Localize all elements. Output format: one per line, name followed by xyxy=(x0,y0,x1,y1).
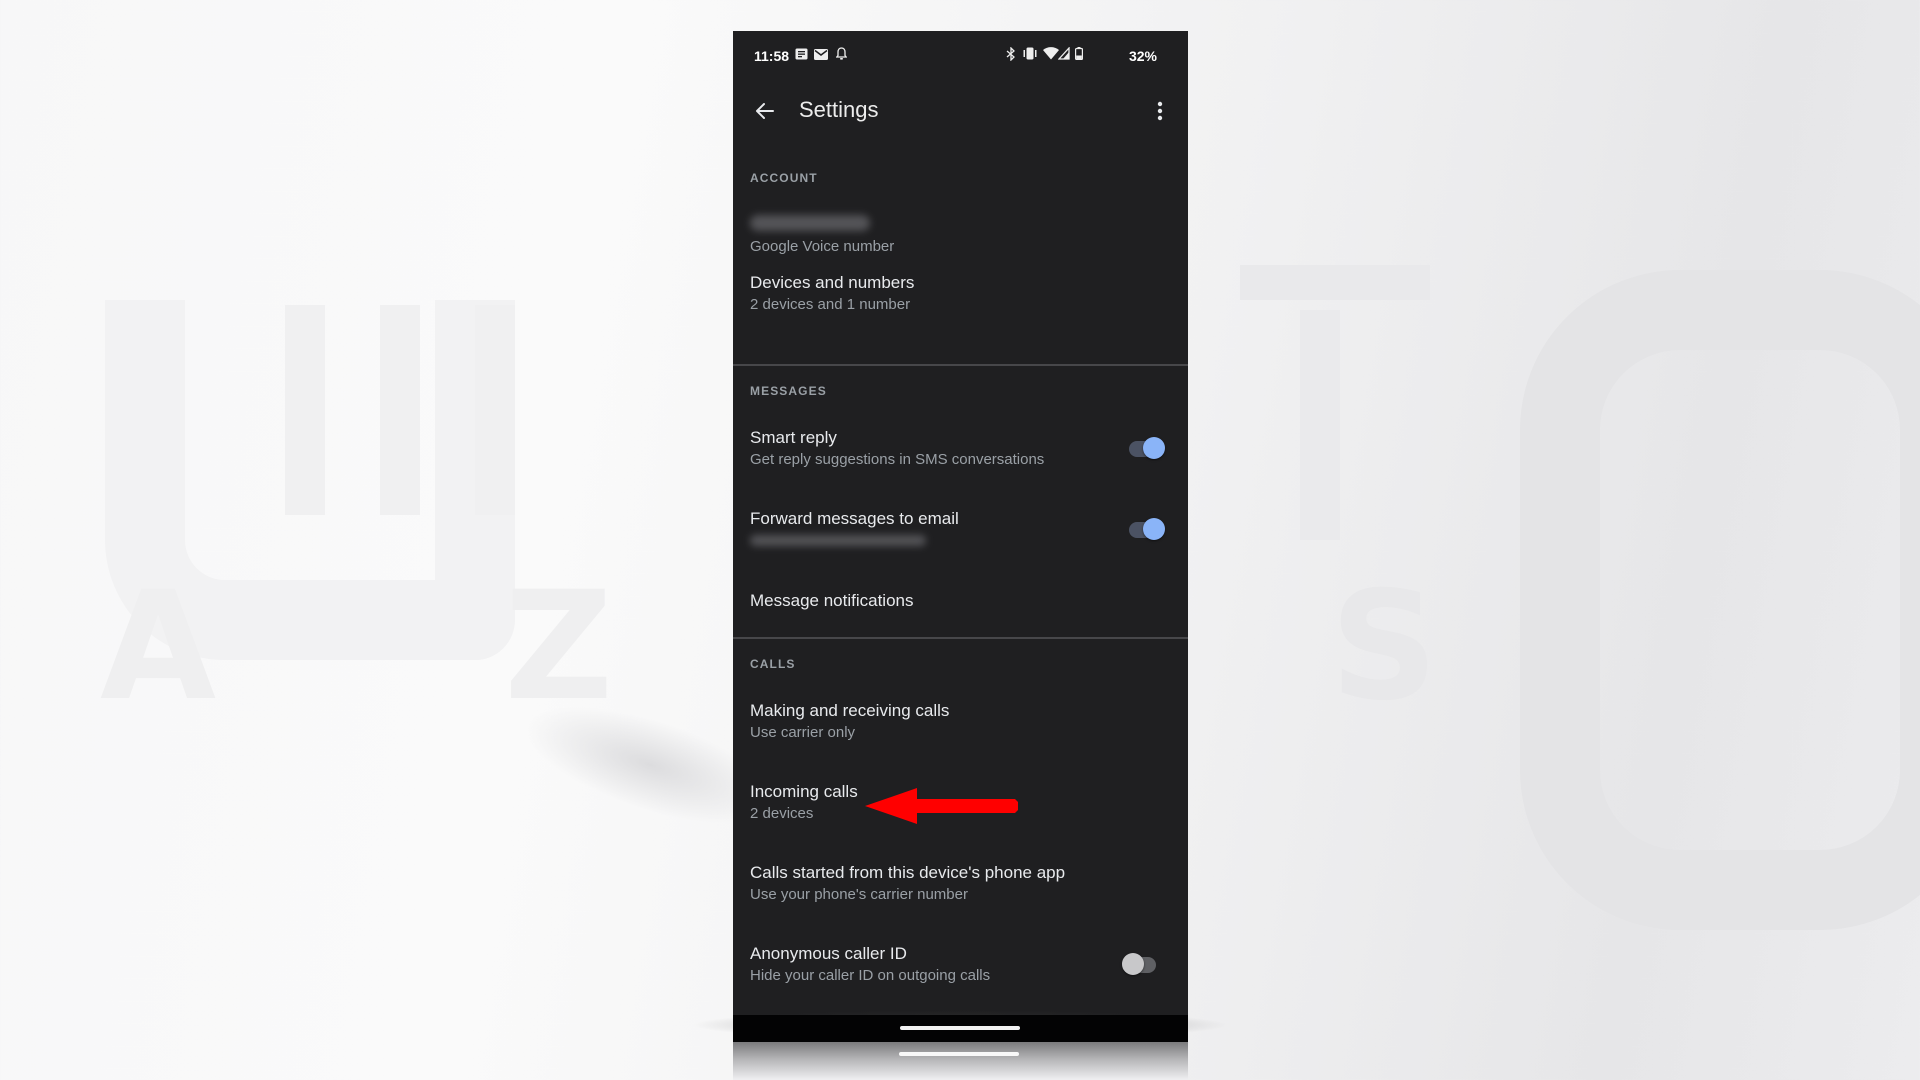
gesture-nav-bar xyxy=(733,1015,1188,1042)
cell-signal-icon xyxy=(1057,46,1070,63)
item-subtitle: 2 devices xyxy=(750,805,814,822)
watermark-logo-bar xyxy=(1300,310,1340,540)
watermark-text-s: S xyxy=(1330,560,1439,734)
item-title: Forward messages to email xyxy=(750,509,959,528)
bluetooth-icon xyxy=(1006,46,1016,64)
watermark-logo-bar xyxy=(380,305,420,515)
red-arrow-annotation xyxy=(865,788,1018,824)
gmail-icon xyxy=(814,47,828,63)
arrow-back-icon xyxy=(756,103,774,119)
section-divider xyxy=(733,637,1188,639)
wifi-icon xyxy=(1043,47,1059,63)
arrow-left-icon xyxy=(865,788,1018,824)
section-divider xyxy=(733,364,1188,366)
section-label-account: ACCOUNT xyxy=(750,171,818,185)
page-title: Settings xyxy=(799,97,879,122)
app-bar: Settings xyxy=(733,89,1188,133)
bell-icon xyxy=(835,47,848,63)
item-title: Message notifications xyxy=(750,591,914,610)
more-vert-icon xyxy=(1157,101,1163,121)
item-subtitle: Get reply suggestions in SMS conversatio… xyxy=(750,451,1045,468)
watermark-logo-bar xyxy=(285,305,325,515)
item-title: Smart reply xyxy=(750,428,837,447)
anonymous-caller-id-item[interactable]: Anonymous caller ID Hide your caller ID … xyxy=(733,942,1188,1010)
message-notifications-item[interactable]: Message notifications xyxy=(733,588,1188,648)
calls-started-from-device-item[interactable]: Calls started from this device's phone a… xyxy=(733,861,1188,929)
vibrate-icon xyxy=(1022,47,1038,63)
watermark-logo-bar xyxy=(475,305,515,515)
section-label-messages: MESSAGES xyxy=(750,384,827,398)
watermark-logo-s xyxy=(1520,270,1920,930)
account-number-item[interactable]: Google Voice number xyxy=(733,207,1188,275)
anonymous-caller-id-toggle[interactable] xyxy=(1122,952,1158,976)
status-bar: 11:58 32% xyxy=(733,31,1188,79)
news-notification-icon xyxy=(795,47,808,63)
home-gesture-handle[interactable] xyxy=(900,1026,1020,1030)
toggle-knob xyxy=(1143,437,1165,459)
item-subtitle: 2 devices and 1 number xyxy=(750,296,911,313)
item-subtitle: Hide your caller ID on outgoing calls xyxy=(750,967,991,984)
phone-screen: 11:58 32% Settings ACCOUNT Google Voice … xyxy=(733,31,1188,1015)
battery-percent: 32% xyxy=(1128,48,1157,64)
home-gesture-handle-reflection xyxy=(899,1052,1019,1056)
item-title: Calls started from this device's phone a… xyxy=(750,863,1066,882)
item-subtitle: Use your phone's carrier number xyxy=(750,886,968,903)
redacted-phone-number xyxy=(750,215,870,231)
redacted-email xyxy=(750,535,926,546)
item-subtitle: Use carrier only xyxy=(750,724,856,741)
devices-and-numbers-item[interactable]: Devices and numbers 2 devices and 1 numb… xyxy=(733,271,1188,339)
battery-icon xyxy=(1075,47,1084,63)
section-label-calls: CALLS xyxy=(750,657,796,671)
item-title: Incoming calls xyxy=(750,782,858,801)
watermark-logo-bar xyxy=(1240,265,1430,300)
making-receiving-calls-item[interactable]: Making and receiving calls Use carrier o… xyxy=(733,699,1188,767)
item-title: Devices and numbers xyxy=(750,273,915,292)
item-title: Anonymous caller ID xyxy=(750,944,907,963)
toggle-knob xyxy=(1143,518,1165,540)
item-subtitle: Google Voice number xyxy=(750,238,895,255)
forward-messages-toggle[interactable] xyxy=(1129,517,1165,541)
toggle-knob xyxy=(1122,953,1144,975)
back-button[interactable] xyxy=(749,95,781,127)
smart-reply-toggle[interactable] xyxy=(1129,436,1165,460)
forward-messages-item[interactable]: Forward messages to email xyxy=(733,507,1188,575)
more-options-button[interactable] xyxy=(1148,95,1172,127)
item-title: Making and receiving calls xyxy=(750,701,950,720)
smart-reply-item[interactable]: Smart reply Get reply suggestions in SMS… xyxy=(733,426,1188,494)
phone-reflection xyxy=(733,1042,1188,1080)
status-time: 11:58 xyxy=(754,48,790,64)
